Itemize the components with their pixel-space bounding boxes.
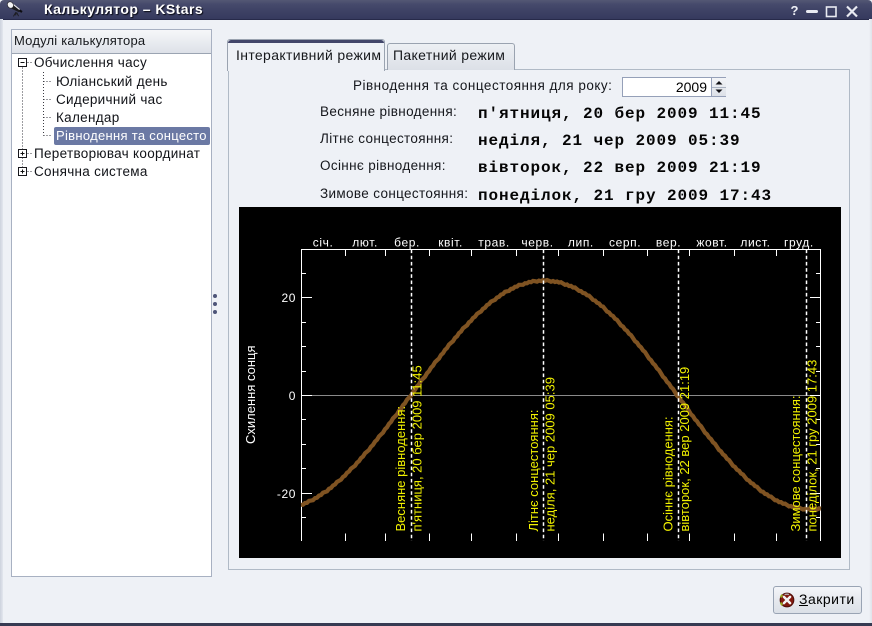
svg-text:понеділок, 21 гру 2009 17:43: понеділок, 21 гру 2009 17:43 [805, 360, 820, 532]
svg-text:жовт.: жовт. [696, 236, 727, 250]
svg-text:вівторок, 22 вер 2009 21:19: вівторок, 22 вер 2009 21:19 [677, 367, 692, 532]
svg-text:Зимове сонцестояння:: Зимове сонцестояння: [788, 395, 803, 531]
svg-text:Схилення сонця: Схилення сонця [243, 345, 258, 444]
svg-text:черв.: черв. [521, 236, 553, 250]
svg-text:лист.: лист. [740, 236, 770, 250]
svg-text:Літнє сонцестояння:: Літнє сонцестояння: [526, 410, 541, 532]
svg-text:Весняне рівнодення:: Весняне рівнодення: [393, 406, 408, 532]
svg-text:груд.: груд. [784, 236, 814, 250]
svg-text:вер.: вер. [656, 236, 681, 250]
svg-text:лип.: лип. [568, 236, 594, 250]
svg-text:-20: -20 [277, 487, 296, 501]
svg-text:трав.: трав. [478, 236, 510, 250]
svg-text:0: 0 [289, 389, 296, 403]
svg-text:лют.: лют. [352, 236, 378, 250]
svg-text:неділя, 21 чер 2009 05:39: неділя, 21 чер 2009 05:39 [543, 377, 558, 531]
svg-text:бер.: бер. [394, 236, 420, 250]
svg-text:серп.: серп. [609, 236, 641, 250]
svg-text:січ.: січ. [313, 236, 334, 250]
svg-text:20: 20 [281, 291, 296, 305]
svg-text:п'ятниця, 20 бер 2009 11:45: п'ятниця, 20 бер 2009 11:45 [410, 365, 425, 531]
svg-text:квіт.: квіт. [438, 236, 463, 250]
svg-text:?: ? [791, 3, 799, 18]
svg-text:Осіннє рівнодення:: Осіннє рівнодення: [661, 416, 676, 531]
